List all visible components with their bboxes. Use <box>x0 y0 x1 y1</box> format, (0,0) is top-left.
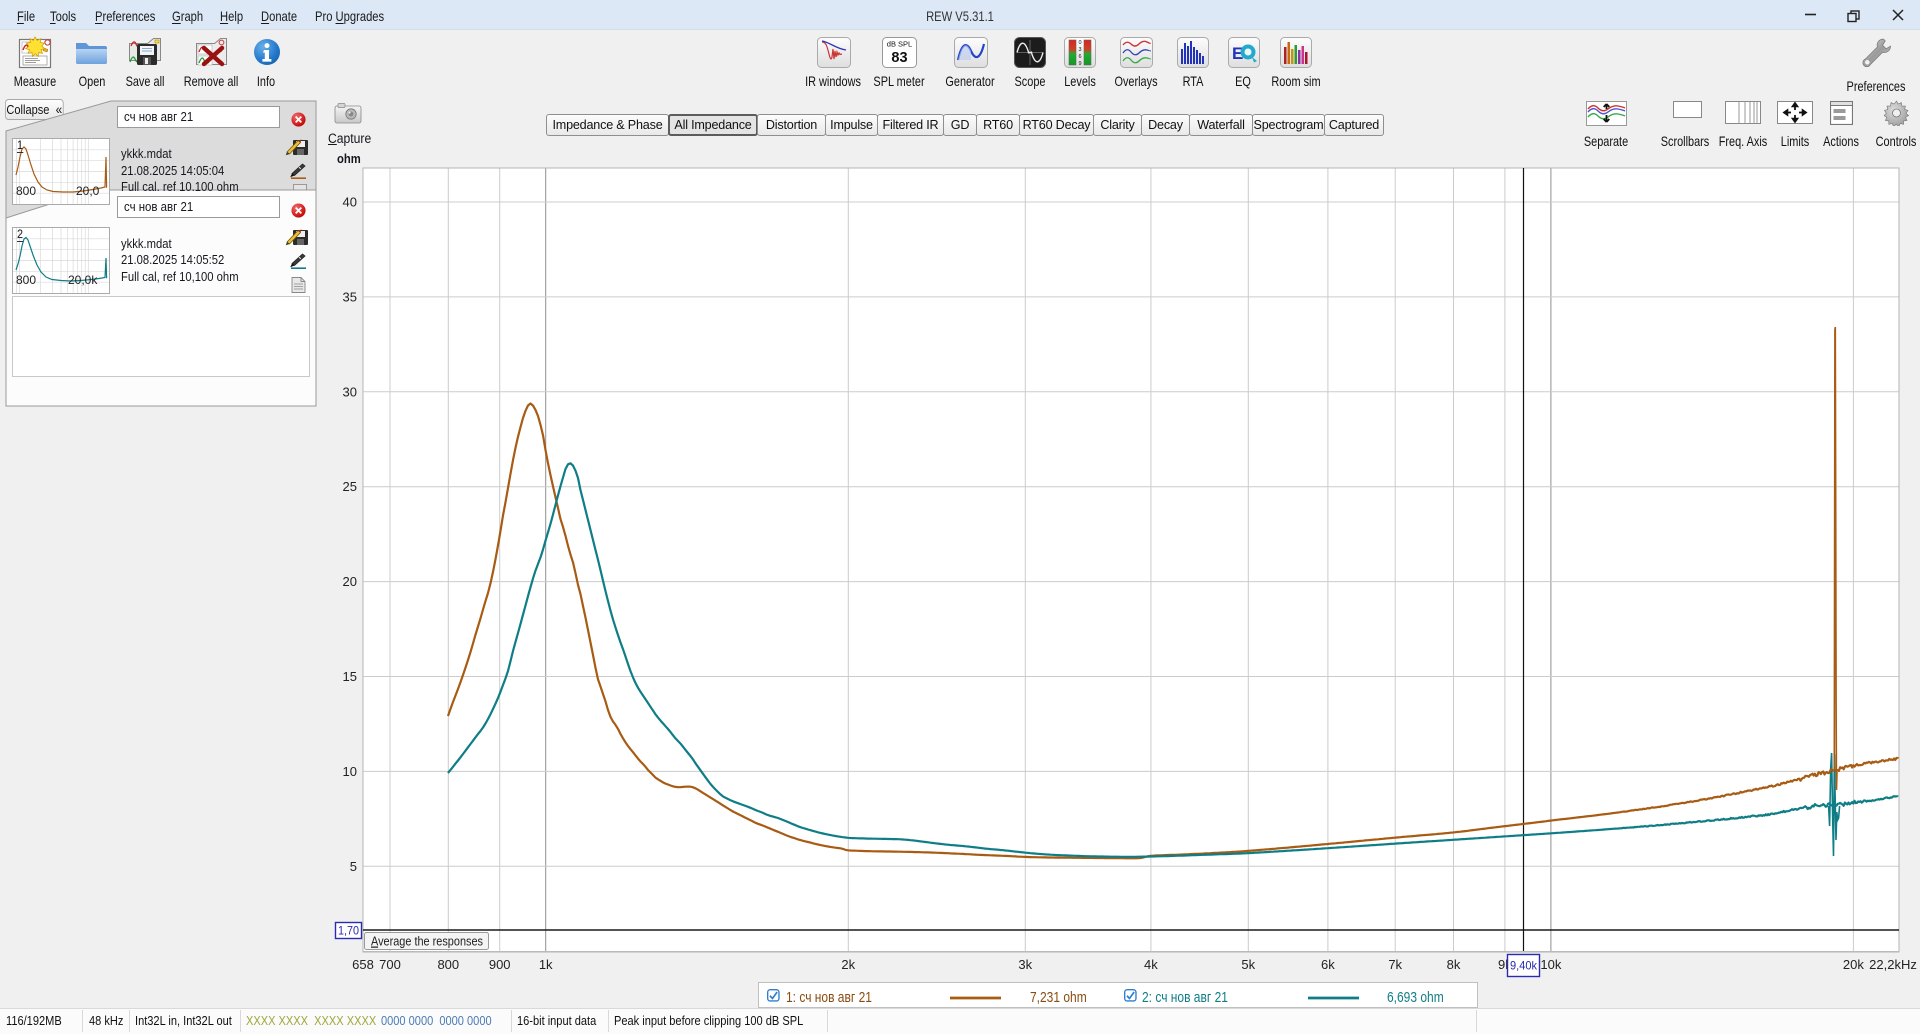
svg-text:20: 20 <box>343 574 357 589</box>
svg-text:2k: 2k <box>841 957 855 972</box>
svg-text:1,70: 1,70 <box>338 924 359 938</box>
svg-text:30: 30 <box>343 384 357 399</box>
svg-text:900: 900 <box>489 957 511 972</box>
svg-text:20k: 20k <box>1843 957 1864 972</box>
svg-text:8k: 8k <box>1447 957 1461 972</box>
svg-text:700: 700 <box>379 957 401 972</box>
svg-text:800: 800 <box>437 957 459 972</box>
svg-text:5: 5 <box>350 859 357 874</box>
svg-text:4k: 4k <box>1144 957 1158 972</box>
svg-text:10k: 10k <box>1540 957 1561 972</box>
svg-text:40: 40 <box>343 195 357 210</box>
svg-text:10: 10 <box>343 764 357 779</box>
svg-text:Average the responses: Average the responses <box>371 935 483 949</box>
svg-text:9,40k: 9,40k <box>1510 959 1538 973</box>
svg-text:22,2kHz: 22,2kHz <box>1869 957 1917 972</box>
svg-text:7k: 7k <box>1388 957 1402 972</box>
svg-text:1k: 1k <box>539 957 553 972</box>
svg-text:3k: 3k <box>1018 957 1032 972</box>
svg-text:25: 25 <box>343 479 357 494</box>
svg-text:5k: 5k <box>1241 957 1255 972</box>
svg-text:15: 15 <box>343 669 357 684</box>
svg-text:35: 35 <box>343 289 357 304</box>
svg-text:658: 658 <box>352 957 374 972</box>
svg-text:6k: 6k <box>1321 957 1335 972</box>
